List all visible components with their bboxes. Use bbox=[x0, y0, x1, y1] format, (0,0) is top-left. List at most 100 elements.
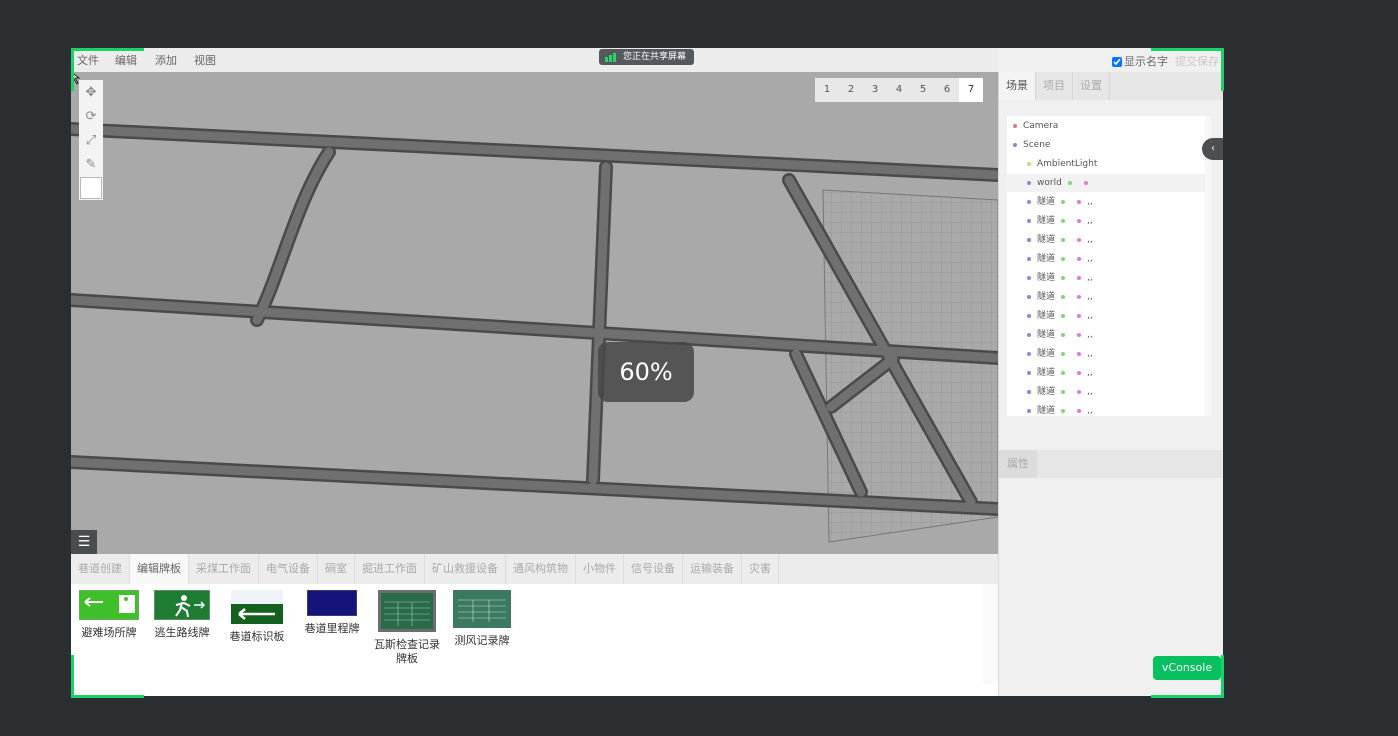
page-button[interactable]: 4 bbox=[887, 78, 911, 102]
category-tab[interactable]: 小物件 bbox=[576, 554, 624, 584]
category-tab[interactable]: 信号设备 bbox=[624, 554, 683, 584]
tree-item[interactable]: Scene bbox=[1007, 136, 1211, 154]
tree-item[interactable]: 隧道,, bbox=[1007, 364, 1211, 382]
tree-item[interactable]: 隧道,, bbox=[1007, 326, 1211, 344]
page-button[interactable]: 1 bbox=[815, 78, 839, 102]
visibility-dot-icon[interactable] bbox=[1083, 180, 1088, 185]
tree-item-suffix: ,, bbox=[1087, 235, 1093, 245]
category-tab[interactable]: 硐室 bbox=[318, 554, 355, 584]
tree-item[interactable]: world bbox=[1007, 174, 1211, 192]
right-panel: 场景 项目 设置 隧道,, 隧道,, 隧道,, 隧道,, 隧道,, 隧道,, 隧道,, 隧道,, 隧… bbox=[998, 72, 1223, 696]
menu-add[interactable]: 添加 bbox=[155, 52, 177, 68]
category-tab[interactable]: 编辑牌板 bbox=[130, 554, 189, 584]
visibility-dot-icon[interactable] bbox=[1061, 218, 1066, 223]
submit-save-button[interactable]: 提交保存 bbox=[1175, 53, 1219, 69]
properties-tab[interactable]: 属性 bbox=[999, 450, 1037, 478]
category-tab[interactable]: 灾害 bbox=[742, 554, 779, 584]
show-names-checkbox[interactable] bbox=[1112, 57, 1122, 67]
tree-item-label: 隧道 bbox=[1037, 216, 1056, 226]
rotate-icon[interactable]: ⟳ bbox=[79, 104, 103, 128]
visibility-dot-icon[interactable] bbox=[1077, 237, 1082, 242]
tree-item[interactable]: 隧道,, bbox=[1007, 288, 1211, 306]
asset-item[interactable]: 避难场所牌 bbox=[71, 590, 147, 640]
category-tab[interactable]: 采煤工作面 bbox=[189, 554, 259, 584]
visibility-dot-icon[interactable] bbox=[1077, 218, 1082, 223]
tree-item[interactable]: 隧道,, bbox=[1007, 250, 1211, 268]
color-swatch[interactable] bbox=[80, 177, 102, 199]
tree-item[interactable]: 隧道,, bbox=[1007, 193, 1211, 211]
right-tab[interactable]: 场景 bbox=[999, 72, 1036, 100]
visibility-dot-icon[interactable] bbox=[1077, 408, 1082, 413]
visibility-dot-icon[interactable] bbox=[1077, 370, 1082, 375]
visibility-dot-icon[interactable] bbox=[1061, 275, 1066, 280]
node-dot-icon bbox=[1027, 199, 1031, 204]
asset-label: 避难场所牌 bbox=[81, 626, 137, 639]
visibility-dot-icon[interactable] bbox=[1061, 332, 1066, 337]
visibility-dot-icon[interactable] bbox=[1061, 294, 1066, 299]
editor-app: 文件 编辑 添加 视图 您正在共享屏幕 ✥ ⟳ ⤢ ✎ 1 2 3 4 5 6 … bbox=[71, 48, 1223, 696]
visibility-dot-icon[interactable] bbox=[1061, 313, 1066, 318]
visibility-dot-icon[interactable] bbox=[1077, 389, 1082, 394]
visibility-dot-icon[interactable] bbox=[1077, 256, 1082, 261]
asset-item[interactable]: 巷道标识板 bbox=[219, 590, 295, 644]
visibility-dot-icon[interactable] bbox=[1077, 351, 1082, 356]
visibility-dot-icon[interactable] bbox=[1077, 275, 1082, 280]
scale-icon[interactable]: ⤢ bbox=[79, 128, 103, 152]
show-names-toggle[interactable]: 显示名字 bbox=[1112, 53, 1168, 69]
visibility-dot-icon[interactable] bbox=[1061, 408, 1066, 413]
visibility-dot-icon[interactable] bbox=[1077, 294, 1082, 299]
asset-scrollbar[interactable] bbox=[983, 584, 998, 684]
list-icon[interactable]: ☰ bbox=[71, 530, 97, 554]
collapse-panel-icon[interactable]: ‹ bbox=[1202, 138, 1223, 160]
node-dot-icon bbox=[1027, 408, 1031, 413]
asset-item[interactable]: 巷道里程牌 bbox=[294, 590, 370, 636]
category-tab[interactable]: 矿山救援设备 bbox=[425, 554, 506, 584]
menu-bar: 文件 编辑 添加 视图 您正在共享屏幕 bbox=[71, 48, 998, 72]
visibility-dot-icon[interactable] bbox=[1061, 370, 1066, 375]
measure-icon[interactable]: ✎ bbox=[79, 152, 103, 176]
visibility-dot-icon[interactable] bbox=[1061, 199, 1066, 204]
visibility-dot-icon[interactable] bbox=[1077, 199, 1082, 204]
tree-item[interactable]: 隧道,, bbox=[1007, 307, 1211, 325]
asset-item[interactable]: 瓦斯检查记录牌板 bbox=[369, 590, 445, 666]
tree-item[interactable]: 隧道,, bbox=[1007, 212, 1211, 230]
visibility-dot-icon[interactable] bbox=[1061, 237, 1066, 242]
page-button[interactable]: 5 bbox=[911, 78, 935, 102]
tree-item[interactable]: 隧道,, bbox=[1007, 231, 1211, 249]
tree-item-label: Scene bbox=[1023, 140, 1051, 150]
tree-item[interactable]: AmbientLight bbox=[1007, 155, 1211, 173]
visibility-dot-icon[interactable] bbox=[1061, 389, 1066, 394]
scene-tree: 隧道,, 隧道,, 隧道,, 隧道,, 隧道,, 隧道,, 隧道,, 隧道,, 隧道,, 隧道,,… bbox=[1007, 116, 1211, 416]
tree-vertical-scrollbar[interactable] bbox=[1205, 116, 1211, 416]
visibility-dot-icon[interactable] bbox=[1067, 180, 1072, 185]
menu-view[interactable]: 视图 bbox=[194, 52, 216, 68]
vconsole-button[interactable]: vConsole bbox=[1153, 656, 1221, 680]
right-tab[interactable]: 设置 bbox=[1073, 72, 1110, 100]
page-button[interactable]: 7 bbox=[959, 78, 983, 102]
tree-item[interactable]: 隧道,, bbox=[1007, 345, 1211, 363]
category-tab[interactable]: 掘进工作面 bbox=[355, 554, 425, 584]
menu-file[interactable]: 文件 bbox=[77, 52, 99, 68]
tree-item[interactable]: 隧道,, bbox=[1007, 383, 1211, 401]
category-tab[interactable]: 电气设备 bbox=[259, 554, 318, 584]
tree-item[interactable]: Camera bbox=[1007, 117, 1211, 135]
right-tab[interactable]: 项目 bbox=[1036, 72, 1073, 100]
visibility-dot-icon[interactable] bbox=[1061, 351, 1066, 356]
visibility-dot-icon[interactable] bbox=[1077, 332, 1082, 337]
tree-item-suffix: ,, bbox=[1087, 292, 1093, 302]
tree-item[interactable]: 隧道,, bbox=[1007, 269, 1211, 287]
visibility-dot-icon[interactable] bbox=[1077, 313, 1082, 318]
asset-item[interactable]: 逃生路线牌 bbox=[144, 590, 220, 640]
tree-item[interactable]: 隧道,, bbox=[1007, 402, 1211, 416]
page-button[interactable]: 6 bbox=[935, 78, 959, 102]
3d-viewport[interactable]: ✥ ⟳ ⤢ ✎ 1234567 60% ☰ bbox=[71, 72, 998, 554]
menu-edit[interactable]: 编辑 bbox=[115, 52, 137, 68]
page-button[interactable]: 3 bbox=[863, 78, 887, 102]
category-tab[interactable]: 运输装备 bbox=[683, 554, 742, 584]
move-icon[interactable]: ✥ bbox=[79, 80, 103, 104]
asset-item[interactable]: 测风记录牌 bbox=[444, 590, 520, 648]
category-tab[interactable]: 通风构筑物 bbox=[506, 554, 576, 584]
page-button[interactable]: 2 bbox=[839, 78, 863, 102]
visibility-dot-icon[interactable] bbox=[1061, 256, 1066, 261]
category-tab[interactable]: 巷道创建 bbox=[71, 554, 130, 584]
